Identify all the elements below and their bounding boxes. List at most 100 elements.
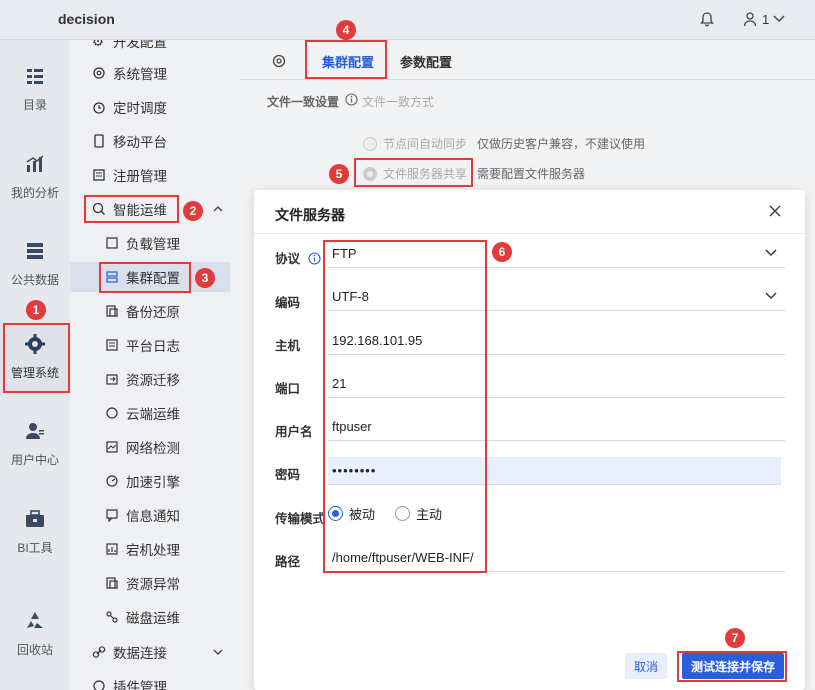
divider: [254, 233, 805, 234]
nav-item-data-connection[interactable]: 数据连接: [70, 637, 230, 667]
port-label: 端口: [275, 382, 301, 396]
chevron-down-icon: [213, 649, 223, 655]
transfer-mode-label: 传输模式: [275, 512, 326, 526]
backup-icon: [106, 305, 118, 317]
user-count: 1: [762, 11, 770, 27]
annotation-box: [99, 262, 191, 293]
info-icon[interactable]: [345, 93, 358, 106]
nav-label: 负载管理: [126, 237, 180, 252]
catalog-icon: [27, 69, 43, 84]
nav-item-schedule[interactable]: 定时调度: [70, 92, 230, 122]
rail-item-recycle[interactable]: 回收站: [0, 610, 70, 680]
cancel-button[interactable]: 取消: [625, 653, 667, 679]
toolbox-icon: [26, 510, 44, 527]
annotation-box: [84, 195, 179, 223]
annotation-badge: 4: [336, 20, 356, 40]
chevron-up-icon: [213, 206, 223, 212]
gear-icon: [93, 67, 105, 79]
nav-label: 加速引擎: [126, 475, 180, 490]
nav-label: 注册管理: [113, 169, 167, 184]
annotation-badge: 6: [492, 242, 512, 262]
encoding-label: 编码: [275, 296, 301, 310]
app-title: decision: [58, 11, 115, 27]
nav-label: 定时调度: [113, 101, 167, 116]
close-icon[interactable]: [767, 203, 783, 219]
nav-label: 数据连接: [113, 646, 167, 661]
engine-icon: [106, 475, 118, 487]
nav-item-backup[interactable]: 备份还原: [70, 296, 230, 326]
load-icon: [106, 237, 118, 249]
timer-icon: [93, 102, 105, 114]
nav-item-load[interactable]: 负载管理: [70, 228, 230, 258]
option-note: 需要配置文件服务器: [477, 167, 586, 181]
nav-item-logs[interactable]: 平台日志: [70, 330, 230, 360]
message-icon: [106, 509, 118, 522]
downtime-icon: [106, 543, 118, 555]
nav-item-disk[interactable]: 磁盘运维: [70, 602, 230, 632]
cloud-icon: [106, 407, 118, 419]
nav-label: 云端运维: [126, 407, 180, 422]
annotation-badge: 7: [725, 628, 745, 648]
rail-item-bi-tools[interactable]: BI工具: [0, 508, 70, 578]
consistency-subtitle: 文件一致方式: [362, 95, 435, 109]
user-menu[interactable]: 1: [742, 11, 785, 27]
nav-item-downtime[interactable]: 宕机处理: [70, 534, 230, 564]
radio-auto-sync[interactable]: [363, 136, 377, 151]
rail-label: 目录: [22, 98, 47, 112]
rail-item-catalog[interactable]: 目录: [0, 65, 70, 135]
nav-item-notify[interactable]: 信息通知: [70, 500, 230, 530]
info-icon[interactable]: [307, 252, 321, 265]
top-bar: decision 1: [0, 0, 815, 40]
option-label: 节点间自动同步: [383, 137, 468, 151]
nav-item-mobile[interactable]: 移动平台: [70, 126, 230, 156]
chevron-down-icon: [773, 15, 785, 22]
nav-item-migrate[interactable]: 资源迁移: [70, 364, 230, 394]
nav-item-system[interactable]: 系统管理: [70, 58, 230, 88]
annotation-badge: 5: [329, 164, 349, 184]
path-label: 路径: [275, 555, 301, 569]
annotation-box: [677, 651, 787, 682]
annotation-badge: 3: [195, 268, 215, 288]
nav-item-resource-error[interactable]: 资源异常: [70, 568, 230, 598]
plugin-icon: [93, 680, 105, 690]
nav-label: 移动平台: [113, 135, 167, 150]
user-icon: [743, 12, 757, 27]
rail-item-user-center[interactable]: 用户中心: [0, 420, 70, 490]
mobile-icon: [94, 134, 104, 148]
tab-param-config[interactable]: 参数配置: [400, 52, 452, 71]
nav-item-cloud-ops[interactable]: 云端运维: [70, 398, 230, 428]
rail-label: 公共数据: [10, 273, 59, 287]
nav-item-register[interactable]: 注册管理: [70, 160, 230, 190]
option-note: 仅做历史客户兼容，不建议使用: [477, 137, 646, 151]
nav-item-dev-config[interactable]: ⚙ 开发配置: [70, 40, 230, 56]
annotation-badge: 1: [26, 300, 46, 320]
user-icon: [26, 423, 44, 439]
recycle-icon: [27, 612, 43, 628]
option-auto-sync[interactable]: 节点间自动同步 仅做历史客户兼容，不建议使用: [363, 135, 645, 152]
nav-item-network[interactable]: 网络检测: [70, 432, 230, 462]
nav-label: 开发配置: [113, 40, 167, 50]
nav-item-engine[interactable]: 加速引擎: [70, 466, 230, 496]
annotation-badge: 2: [183, 201, 203, 221]
nav-label: 插件管理: [113, 680, 167, 690]
nav-label: 磁盘运维: [126, 611, 180, 626]
settings-icon[interactable]: [271, 53, 287, 69]
analysis-icon: [26, 155, 44, 172]
nav-label: 平台日志: [126, 339, 180, 354]
migrate-icon: [106, 374, 118, 385]
annotation-box: [323, 240, 487, 573]
resource-icon: [106, 577, 118, 589]
protocol-label-text: 协议: [275, 252, 301, 266]
link-icon: [92, 646, 106, 658]
password-label: 密码: [275, 468, 301, 482]
nav-item-plugins[interactable]: 插件管理: [70, 671, 230, 690]
rail-item-analysis[interactable]: 我的分析: [0, 153, 70, 223]
protocol-label: 协议: [275, 248, 321, 267]
nav-label: 网络检测: [126, 441, 180, 456]
bell-icon[interactable]: [699, 11, 715, 27]
annotation-box: [354, 158, 473, 187]
nav-label: 宕机处理: [126, 543, 180, 558]
register-icon: [93, 169, 105, 181]
disk-icon: [106, 611, 118, 623]
nav-label: 资源迁移: [126, 373, 180, 388]
